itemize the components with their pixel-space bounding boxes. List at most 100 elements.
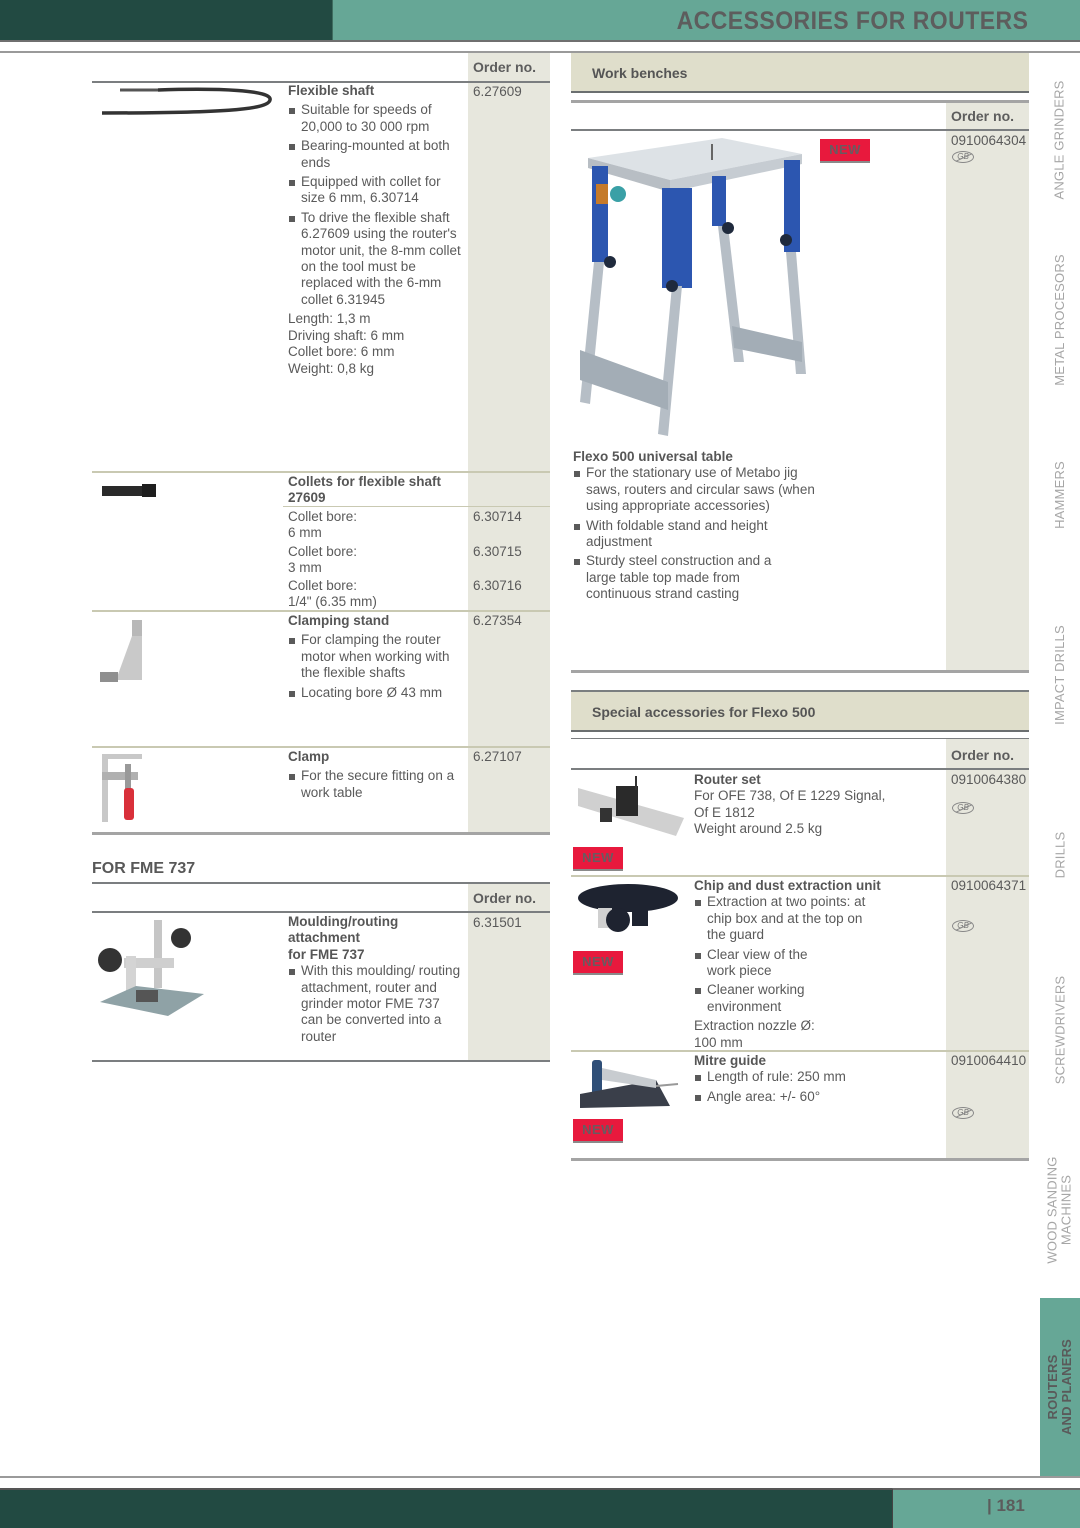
product-name: Clamp: [288, 749, 330, 764]
clamp-description: Clamp For the secure fitting on a work t…: [288, 749, 463, 801]
flexible-shaft-description: Flexible shaft Suitable for speeds of 20…: [288, 83, 463, 377]
bullet: To drive the flexible shaft 6.27609 usin…: [288, 210, 463, 308]
new-badge: NEW: [820, 139, 870, 163]
bullet: With this moulding/ routing attachment, …: [288, 963, 463, 1045]
divider: [571, 129, 1029, 131]
router-set-description: Router set For OFE 738, Of E 1229 Signal…: [694, 772, 934, 838]
flexo-500-description: Flexo 500 universal table For the statio…: [573, 449, 933, 603]
divider: [92, 1060, 550, 1062]
divider: [92, 746, 550, 748]
order-header: Order no.: [951, 747, 1015, 763]
chip-dust-extraction-description: Chip and dust extraction unit Extraction…: [694, 878, 934, 1051]
gb-country-mark-icon: GB: [952, 151, 974, 163]
new-badge: NEW: [573, 847, 623, 871]
divider: [571, 1158, 1029, 1161]
bullet: Sturdy steel construction and a large ta…: [573, 553, 783, 602]
product-name: Clamping stand: [288, 613, 390, 628]
bullet: For the secure fitting on a work table: [288, 768, 463, 801]
order-column-shade: [946, 103, 1029, 671]
collet-image: [100, 483, 158, 499]
collet-variant: Collet bore: 6 mm: [288, 509, 358, 541]
side-tab-routers-and-planers[interactable]: ROUTERS AND PLANERS: [1040, 1298, 1080, 1476]
section-title: Special accessories for Flexo 500: [592, 704, 816, 720]
order-number: 6.30714: [473, 509, 522, 524]
divider: [571, 768, 1029, 770]
divider: [283, 506, 550, 507]
bullet: Clear view of the work piece: [694, 947, 824, 980]
section-band-work-benches: Work benches: [571, 53, 1029, 93]
bullet: With foldable stand and height adjustmen…: [573, 518, 803, 551]
bullet: For clamping the router motor when worki…: [288, 632, 463, 681]
moulding-attachment-image: [96, 916, 208, 1020]
bullet: Extraction at two points: at chip box an…: [694, 894, 879, 943]
clamping-stand-description: Clamping stand For clamping the router m…: [288, 613, 463, 701]
order-number: 6.27354: [473, 613, 522, 628]
bullet: Angle area: +/- 60°: [694, 1089, 934, 1105]
order-number: 6.30716: [473, 578, 522, 593]
product-name: Flexible shaft: [288, 83, 375, 98]
product-name-line: Moulding/routing: [288, 914, 399, 929]
divider: [92, 911, 550, 913]
product-name-line: attachment: [288, 930, 361, 946]
divider: [571, 875, 1029, 877]
spec-line: Collet bore: 6 mm: [288, 344, 395, 360]
product-name: Mitre guide: [694, 1053, 767, 1068]
detail-line: For OFE 738, Of E 1229 Signal,: [694, 788, 886, 804]
flexible-shaft-image: [98, 86, 276, 122]
order-number: 0910064304: [951, 133, 1027, 148]
spec-line: Extraction nozzle Ø:: [694, 1018, 815, 1034]
side-tab-drills[interactable]: DRILLS: [1040, 800, 1080, 910]
order-number: 0910064371: [951, 878, 1027, 893]
header-dark-band: [0, 0, 332, 40]
mitre-guide-description: Mitre guide Length of rule: 250 mm Angle…: [694, 1053, 934, 1105]
order-header: Order no.: [473, 890, 537, 906]
header-divider: [0, 40, 1080, 42]
detail-line: Weight around 2.5 kg: [694, 821, 823, 837]
spec-line: Length: 1,3 m: [288, 311, 371, 327]
footer-dark-band: [0, 1488, 892, 1528]
side-tab-hammers[interactable]: HAMMERS: [1040, 440, 1080, 550]
clamp-image: [98, 752, 144, 824]
new-badge: NEW: [573, 1119, 623, 1143]
product-name: Chip and dust extraction unit: [694, 878, 881, 893]
divider: [571, 1050, 1029, 1052]
detail-line: Of E 1812: [694, 804, 755, 820]
side-tab-screwdrivers[interactable]: SCREWDRIVERS: [1040, 950, 1080, 1110]
moulding-attachment-description: Moulding/routing attachment for FME 737 …: [288, 914, 463, 1045]
collet-variant: Collet bore: 1/4" (6.35 mm): [288, 578, 377, 610]
product-name: Flexo 500 universal table: [573, 449, 733, 464]
order-header: Order no.: [951, 108, 1015, 124]
section-heading-fme-737: FOR FME 737: [92, 860, 196, 877]
product-name-line: for FME 737: [288, 946, 365, 962]
bullet: Length of rule: 250 mm: [694, 1069, 934, 1085]
order-column-shade: [468, 53, 550, 833]
side-tab-metal-processors[interactable]: METAL PROCESORS: [1040, 240, 1080, 400]
spec-line: Driving shaft: 6 mm: [288, 327, 405, 343]
bullet: Suitable for speeds of 20,000 to 30 000 …: [288, 102, 463, 135]
collet-variant: Collet bore: 3 mm: [288, 544, 358, 576]
product-name: Collets for flexible shaft 27609: [288, 474, 442, 506]
footer-light-band: [892, 1488, 1080, 1528]
mitre-guide-image: [576, 1056, 680, 1112]
order-number: 6.30715: [473, 544, 522, 559]
page-number: | 181: [987, 1496, 1025, 1515]
side-tab-impact-drills[interactable]: IMPACT DRILLS: [1040, 590, 1080, 760]
side-tab-angle-grinders[interactable]: ANGLE GRINDERS: [1040, 60, 1080, 220]
section-title: Work benches: [592, 65, 688, 81]
page-title: ACCESSORIES FOR ROUTERS: [676, 7, 1028, 35]
order-number: 6.31501: [473, 915, 522, 930]
order-header: Order no.: [473, 59, 537, 75]
side-tab-wood-sanding-machines[interactable]: WOOD SANDING MACHINES: [1040, 1140, 1080, 1280]
bullet: Cleaner working environment: [694, 982, 824, 1015]
product-name: Router set: [694, 772, 761, 787]
order-number: 6.27107: [473, 749, 522, 764]
divider: [92, 832, 550, 835]
divider: [92, 610, 550, 612]
bullet: Equipped with collet for size 6 mm, 6.30…: [288, 174, 463, 207]
bullet: For the stationary use of Metabo jig saw…: [573, 465, 818, 514]
bullet: Locating bore Ø 43 mm: [288, 685, 463, 701]
order-number: 0910064380: [951, 772, 1027, 787]
gb-country-mark-icon: GB: [952, 920, 974, 932]
new-badge: NEW: [573, 951, 623, 975]
gb-country-mark-icon: GB: [952, 1107, 974, 1119]
